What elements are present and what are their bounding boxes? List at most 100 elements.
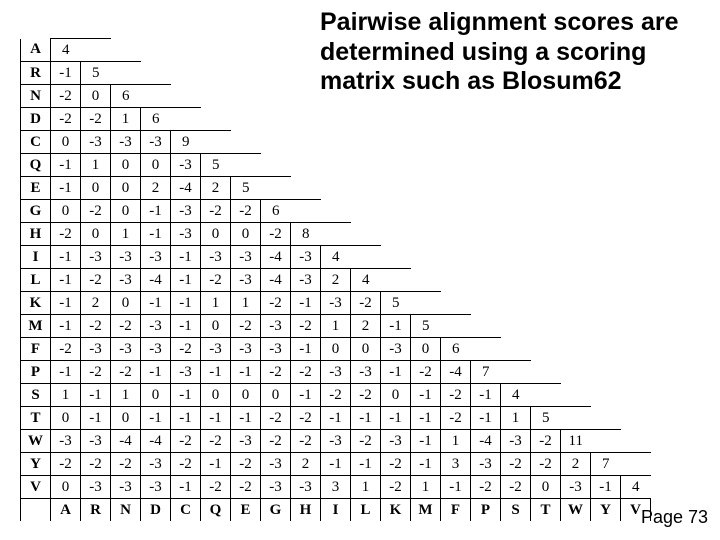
matrix-cell: 0 [321, 338, 351, 361]
matrix-cell: -1 [51, 62, 81, 85]
matrix-empty [561, 361, 591, 384]
matrix-empty [591, 131, 621, 154]
matrix-cell: -3 [111, 269, 141, 292]
matrix-empty [501, 315, 531, 338]
matrix-cell: -2 [231, 453, 261, 476]
matrix-empty [351, 200, 381, 223]
matrix-empty [381, 246, 411, 269]
matrix-cell: -3 [471, 453, 501, 476]
matrix-empty [351, 108, 381, 131]
matrix-cell: 0 [201, 315, 231, 338]
matrix-empty [321, 131, 351, 154]
matrix-empty [351, 246, 381, 269]
matrix-cell: -3 [81, 131, 111, 154]
matrix-empty [411, 85, 441, 108]
matrix-empty [471, 292, 501, 315]
matrix-empty [621, 292, 651, 315]
matrix-empty [621, 131, 651, 154]
matrix-empty [501, 154, 531, 177]
matrix-cell: -2 [291, 407, 321, 430]
matrix-empty [531, 315, 561, 338]
matrix-empty [141, 39, 171, 62]
matrix-empty [261, 62, 291, 85]
matrix-empty [531, 200, 561, 223]
matrix-col-header: W [561, 499, 591, 522]
matrix-cell: 5 [231, 177, 261, 200]
matrix-empty [501, 200, 531, 223]
matrix-empty [321, 223, 351, 246]
matrix-cell: -3 [111, 246, 141, 269]
matrix-cell: 4 [621, 476, 651, 499]
matrix-empty [561, 39, 591, 62]
matrix-cell: -3 [171, 200, 201, 223]
matrix-cell: 0 [531, 476, 561, 499]
matrix-empty [561, 62, 591, 85]
matrix-empty [531, 131, 561, 154]
matrix-cell: 1 [351, 476, 381, 499]
matrix-cell: 7 [471, 361, 501, 384]
matrix-empty [231, 108, 261, 131]
matrix-cell: -4 [261, 269, 291, 292]
matrix-cell: 5 [81, 62, 111, 85]
matrix-empty [621, 177, 651, 200]
matrix-empty [171, 85, 201, 108]
matrix-cell: -2 [111, 315, 141, 338]
matrix-cell: 2 [81, 292, 111, 315]
matrix-cell: -3 [201, 338, 231, 361]
matrix-cell: -3 [201, 246, 231, 269]
matrix-empty [441, 292, 471, 315]
matrix-cell: -2 [351, 384, 381, 407]
matrix-empty [321, 62, 351, 85]
matrix-cell: -3 [231, 430, 261, 453]
matrix-empty [411, 292, 441, 315]
matrix-col-header: K [381, 499, 411, 522]
matrix-cell: -1 [171, 407, 201, 430]
matrix-empty [291, 39, 321, 62]
matrix-cell: 0 [81, 223, 111, 246]
matrix-empty [411, 108, 441, 131]
matrix-empty [621, 407, 651, 430]
matrix-cell: -3 [261, 453, 291, 476]
matrix-empty [621, 154, 651, 177]
matrix-empty [501, 131, 531, 154]
matrix-empty [531, 223, 561, 246]
matrix-empty [501, 338, 531, 361]
matrix-cell: -4 [171, 177, 201, 200]
matrix-cell: 4 [51, 39, 81, 62]
matrix-cell: 0 [141, 154, 171, 177]
matrix-empty [231, 62, 261, 85]
matrix-cell: -1 [51, 246, 81, 269]
matrix-cell: -2 [261, 292, 291, 315]
matrix-empty [621, 315, 651, 338]
matrix-cell: -3 [111, 131, 141, 154]
matrix-col-header: Y [591, 499, 621, 522]
matrix-empty [411, 39, 441, 62]
matrix-empty [471, 315, 501, 338]
matrix-col-header: T [531, 499, 561, 522]
matrix-empty [381, 131, 411, 154]
matrix-cell: -3 [321, 361, 351, 384]
matrix-col-header: E [231, 499, 261, 522]
matrix-empty [381, 108, 411, 131]
matrix-cell: 0 [201, 384, 231, 407]
matrix-empty [321, 108, 351, 131]
matrix-empty [621, 108, 651, 131]
matrix-empty [531, 85, 561, 108]
matrix-cell: -4 [441, 361, 471, 384]
matrix-cell: 1 [111, 223, 141, 246]
matrix-col-header: H [291, 499, 321, 522]
matrix-empty [591, 177, 621, 200]
matrix-col-header: M [411, 499, 441, 522]
matrix-empty [501, 292, 531, 315]
matrix-empty [591, 223, 621, 246]
matrix-cell: -3 [231, 269, 261, 292]
matrix-cell: -3 [261, 315, 291, 338]
matrix-cell: -2 [261, 430, 291, 453]
matrix-empty [411, 154, 441, 177]
matrix-empty [531, 361, 561, 384]
matrix-cell: 2 [141, 177, 171, 200]
matrix-cell: 6 [111, 85, 141, 108]
matrix-empty [561, 338, 591, 361]
matrix-empty [471, 154, 501, 177]
matrix-empty [201, 39, 231, 62]
